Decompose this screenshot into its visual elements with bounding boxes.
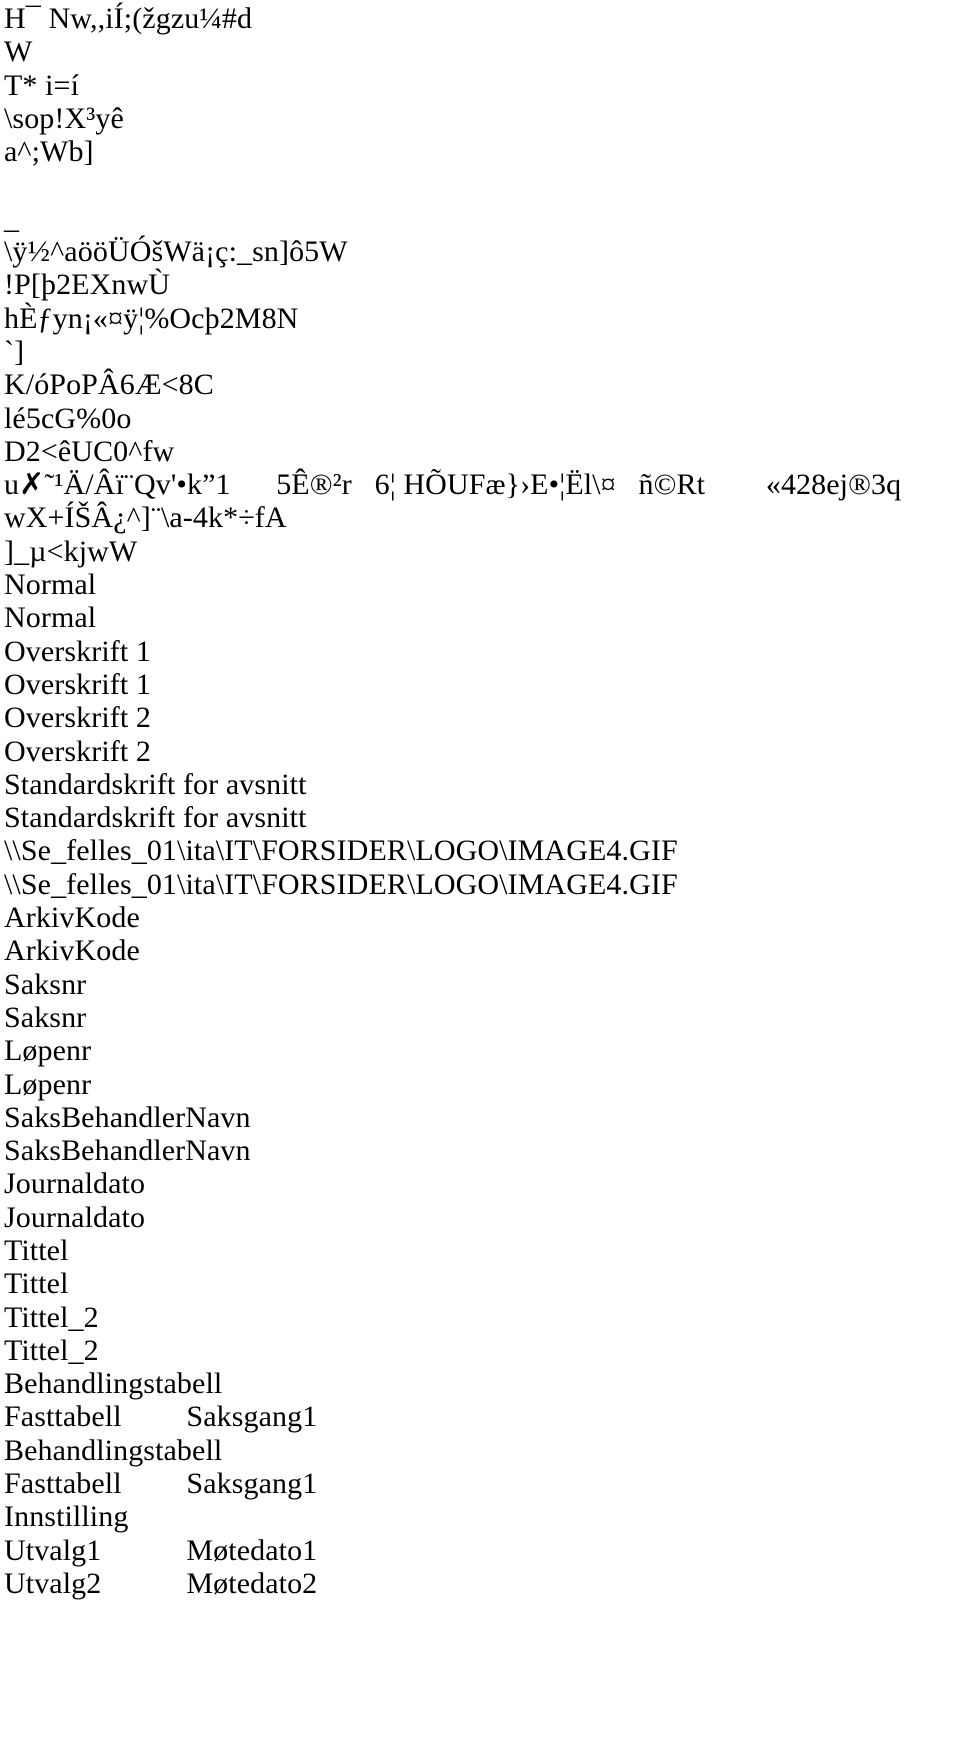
field-behandlingstabell: Behandlingstabell xyxy=(4,1433,223,1467)
text-line-blank xyxy=(4,168,960,201)
style-name-default-paragraph-font: Standardskrift for avsnitt xyxy=(4,767,307,801)
field-tittel-2: Tittel_2 xyxy=(4,1300,99,1334)
field-arkivkode: ArkivKode xyxy=(4,934,140,968)
style-name-heading-1: Overskrift 1 xyxy=(4,634,151,668)
extracted-text-block: H¯ Nw,,iÍ;(žgzu¼#d W T* i=í \sop!X³yê a^… xyxy=(4,2,960,1600)
document-page: H¯ Nw,,iÍ;(žgzu¼#d W T* i=í \sop!X³yê a^… xyxy=(0,0,960,1763)
field-fasttabell-saksgang1: Fasttabell Saksgang1 xyxy=(4,1467,318,1501)
text-line: !P[þ2EXnwÙ xyxy=(4,268,170,302)
field-tittel-2: Tittel_2 xyxy=(4,1333,99,1367)
field-utvalg2-motedato2: Utvalg2 Møtedato2 xyxy=(4,1566,318,1600)
text-line: lé5cG%0o xyxy=(4,401,132,435)
field-tittel: Tittel xyxy=(4,1233,69,1267)
field-lopenr: Løpenr xyxy=(4,1067,92,1101)
field-fasttabell-saksgang1: Fasttabell Saksgang1 xyxy=(4,1400,318,1434)
field-saksbehandlernavn: SaksBehandlerNavn xyxy=(4,1100,251,1134)
text-line: H¯ Nw,,iÍ;(žgzu¼#d xyxy=(4,2,253,35)
style-name-normal: Normal xyxy=(4,601,97,635)
text-line-wide: u✗˜¹Ä/Âï¨Qv'•k”1 5Ê®²r 6¦ HÕUFæ}›E•¦Ël\¤… xyxy=(4,468,902,502)
field-journaldato: Journaldato xyxy=(4,1200,146,1234)
text-line: `] xyxy=(4,334,25,368)
text-line: W xyxy=(4,35,33,69)
text-line: T* i=í xyxy=(4,68,80,102)
text-line: \sop!X³yê xyxy=(4,101,124,135)
text-line: K/óPoPÂ6Æ<8C xyxy=(4,368,214,402)
field-behandlingstabell: Behandlingstabell xyxy=(4,1367,223,1401)
image-path: \\Se_felles_01\ita\IT\FORSIDER\LOGO\IMAG… xyxy=(4,834,678,868)
text-line: ]_µ<kjwW xyxy=(4,534,138,568)
style-name-default-paragraph-font: Standardskrift for avsnitt xyxy=(4,801,307,835)
style-name-heading-1: Overskrift 1 xyxy=(4,667,151,701)
text-line: wX+ÍŠÂ¿^]¨\a-4k*÷fA xyxy=(4,501,287,535)
field-tittel: Tittel xyxy=(4,1267,69,1301)
text-line: a^;Wb] xyxy=(4,135,94,169)
image-path: \\Se_felles_01\ita\IT\FORSIDER\LOGO\IMAG… xyxy=(4,867,678,901)
field-journaldato: Journaldato xyxy=(4,1167,146,1201)
style-name-heading-2: Overskrift 2 xyxy=(4,701,151,735)
field-saksnr: Saksnr xyxy=(4,967,87,1001)
field-utvalg1-motedato1: Utvalg1 Møtedato1 xyxy=(4,1533,318,1567)
text-line: _ xyxy=(4,201,20,235)
field-arkivkode: ArkivKode xyxy=(4,901,140,935)
style-name-heading-2: Overskrift 2 xyxy=(4,734,151,768)
field-lopenr: Løpenr xyxy=(4,1034,92,1068)
style-name-normal: Normal xyxy=(4,568,97,602)
text-line: \ÿ½^aööÜÓšWä¡ç:_sn]ô5W xyxy=(4,235,348,269)
text-line: D2<êUC0^fw xyxy=(4,434,175,468)
text-line: hÈƒyn¡«¤ÿ¦%Ocþ2M8N xyxy=(4,301,299,335)
field-saksbehandlernavn: SaksBehandlerNavn xyxy=(4,1134,251,1168)
field-innstilling: Innstilling xyxy=(4,1500,129,1534)
field-saksnr: Saksnr xyxy=(4,1000,87,1034)
